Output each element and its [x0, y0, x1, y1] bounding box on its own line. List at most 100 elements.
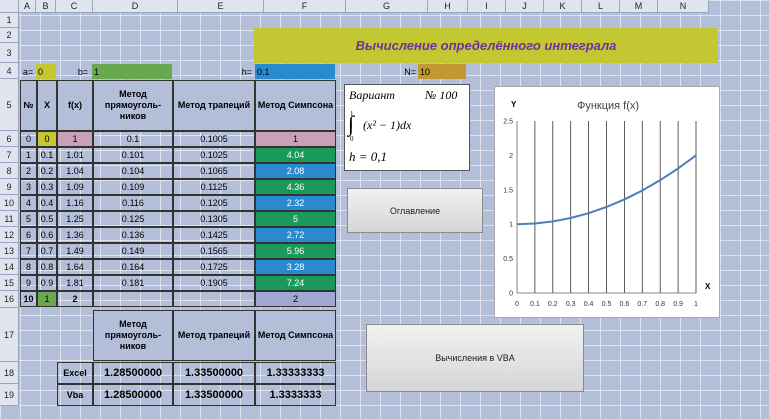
table-cell[interactable]: 7 — [20, 243, 37, 259]
column-header-k[interactable]: K — [544, 0, 582, 13]
table-cell[interactable]: 2 — [20, 163, 37, 179]
table-cell[interactable]: 0.3 — [37, 179, 57, 195]
table-cell[interactable]: 0.4 — [37, 195, 57, 211]
table-cell[interactable]: 0.125 — [93, 211, 173, 227]
table-cell[interactable]: 2.32 — [255, 195, 336, 211]
select-all-corner[interactable] — [0, 0, 19, 13]
table-cell[interactable]: 1 — [20, 147, 37, 163]
column-header-d[interactable]: D — [93, 0, 178, 13]
table-cell[interactable] — [173, 291, 255, 307]
column-header-i[interactable]: I — [468, 0, 506, 13]
row-header-11[interactable]: 11 — [0, 211, 19, 227]
row-header-10[interactable]: 10 — [0, 195, 19, 211]
table-cell[interactable]: 0.136 — [93, 227, 173, 243]
table-cell[interactable]: 0.1565 — [173, 243, 255, 259]
column-header-g[interactable]: G — [346, 0, 428, 13]
row-header-12[interactable]: 12 — [0, 227, 19, 243]
row-header-1[interactable]: 1 — [0, 13, 19, 28]
row-header-16[interactable]: 16 — [0, 291, 19, 308]
table-cell[interactable]: 0.5 — [37, 211, 57, 227]
row-header-17[interactable]: 17 — [0, 308, 19, 362]
table-cell[interactable]: 1.16 — [57, 195, 93, 211]
vba-result-cell[interactable]: 1.28500000 — [93, 384, 173, 406]
n-input[interactable]: 10 — [418, 64, 466, 79]
table-cell[interactable]: 0.8 — [37, 259, 57, 275]
row-header-8[interactable]: 8 — [0, 163, 19, 179]
row-header-4[interactable]: 4 — [0, 63, 19, 79]
table-cell[interactable]: 4 — [20, 195, 37, 211]
column-header-e[interactable]: E — [178, 0, 264, 13]
table-cell[interactable]: 1.36 — [57, 227, 93, 243]
table-cell[interactable]: 0.1425 — [173, 227, 255, 243]
table-cell[interactable]: 5.96 — [255, 243, 336, 259]
table-cell[interactable]: 0.181 — [93, 275, 173, 291]
column-header-b[interactable]: B — [36, 0, 56, 13]
table-cell[interactable]: 0.104 — [93, 163, 173, 179]
row-header-3[interactable]: 3 — [0, 43, 19, 63]
table-cell[interactable]: 1.25 — [57, 211, 93, 227]
column-header-h[interactable]: H — [428, 0, 468, 13]
table-cell[interactable]: 0.101 — [93, 147, 173, 163]
row-header-14[interactable]: 14 — [0, 259, 19, 275]
table-cell[interactable]: 0.6 — [37, 227, 57, 243]
table-cell[interactable]: 0.1125 — [173, 179, 255, 195]
table-cell[interactable]: 0.1 — [93, 131, 173, 147]
table-cell[interactable]: 0.1005 — [173, 131, 255, 147]
table-cell[interactable]: 0.109 — [93, 179, 173, 195]
table-cell[interactable]: 2.72 — [255, 227, 336, 243]
table-cell[interactable]: 2 — [255, 291, 336, 307]
row-header-7[interactable]: 7 — [0, 147, 19, 163]
column-header-m[interactable]: M — [620, 0, 658, 13]
table-cell[interactable]: 1.04 — [57, 163, 93, 179]
h-input[interactable]: 0.1 — [255, 64, 335, 79]
row-header-15[interactable]: 15 — [0, 275, 19, 291]
table-cell[interactable]: 1 — [255, 131, 336, 147]
table-cell[interactable]: 1.01 — [57, 147, 93, 163]
row-header-6[interactable]: 6 — [0, 131, 19, 147]
table-cell[interactable]: 0.149 — [93, 243, 173, 259]
excel-result-cell[interactable]: 1.33333333 — [255, 362, 336, 384]
column-header-n[interactable]: N — [658, 0, 709, 13]
table-cell[interactable]: 0.2 — [37, 163, 57, 179]
table-cell[interactable]: 0 — [37, 131, 57, 147]
table-cell[interactable]: 9 — [20, 275, 37, 291]
table-cell[interactable]: 0.9 — [37, 275, 57, 291]
table-cell[interactable]: 0.1305 — [173, 211, 255, 227]
excel-result-cell[interactable]: 1.33500000 — [173, 362, 255, 384]
vba-result-cell[interactable]: 1.33500000 — [173, 384, 255, 406]
vba-calculate-button[interactable]: Вычисления в VBA — [366, 324, 584, 392]
column-header-c[interactable]: C — [56, 0, 93, 13]
table-cell[interactable]: 0.1905 — [173, 275, 255, 291]
column-header-f[interactable]: F — [264, 0, 346, 13]
table-cell[interactable]: 0.1025 — [173, 147, 255, 163]
table-cell[interactable] — [93, 291, 173, 307]
excel-result-cell[interactable]: 1.28500000 — [93, 362, 173, 384]
table-cell[interactable]: 7.24 — [255, 275, 336, 291]
table-cell[interactable]: 4.36 — [255, 179, 336, 195]
b-input[interactable]: 1 — [92, 64, 172, 79]
column-header-a[interactable]: A — [19, 0, 36, 13]
vba-result-cell[interactable]: 1.3333333 — [255, 384, 336, 406]
table-cell[interactable]: 3.28 — [255, 259, 336, 275]
table-cell[interactable]: 10 — [20, 291, 37, 307]
table-cell[interactable]: 8 — [20, 259, 37, 275]
table-cell[interactable]: 0.116 — [93, 195, 173, 211]
table-cell[interactable]: 1.81 — [57, 275, 93, 291]
table-cell[interactable]: 2.08 — [255, 163, 336, 179]
table-cell[interactable]: 1 — [57, 131, 93, 147]
table-cell[interactable]: 5 — [255, 211, 336, 227]
column-header-j[interactable]: J — [506, 0, 544, 13]
table-cell[interactable]: 1.64 — [57, 259, 93, 275]
row-header-9[interactable]: 9 — [0, 179, 19, 195]
contents-button[interactable]: Оглавление — [347, 188, 483, 233]
row-header-19[interactable]: 19 — [0, 384, 19, 406]
table-cell[interactable]: 2 — [57, 291, 93, 307]
row-header-18[interactable]: 18 — [0, 362, 19, 384]
table-cell[interactable]: 5 — [20, 211, 37, 227]
table-cell[interactable]: 0.7 — [37, 243, 57, 259]
table-cell[interactable]: 0.1 — [37, 147, 57, 163]
column-header-l[interactable]: L — [582, 0, 620, 13]
table-cell[interactable]: 0 — [20, 131, 37, 147]
table-cell[interactable]: 1 — [37, 291, 57, 307]
row-header-2[interactable]: 2 — [0, 28, 19, 43]
